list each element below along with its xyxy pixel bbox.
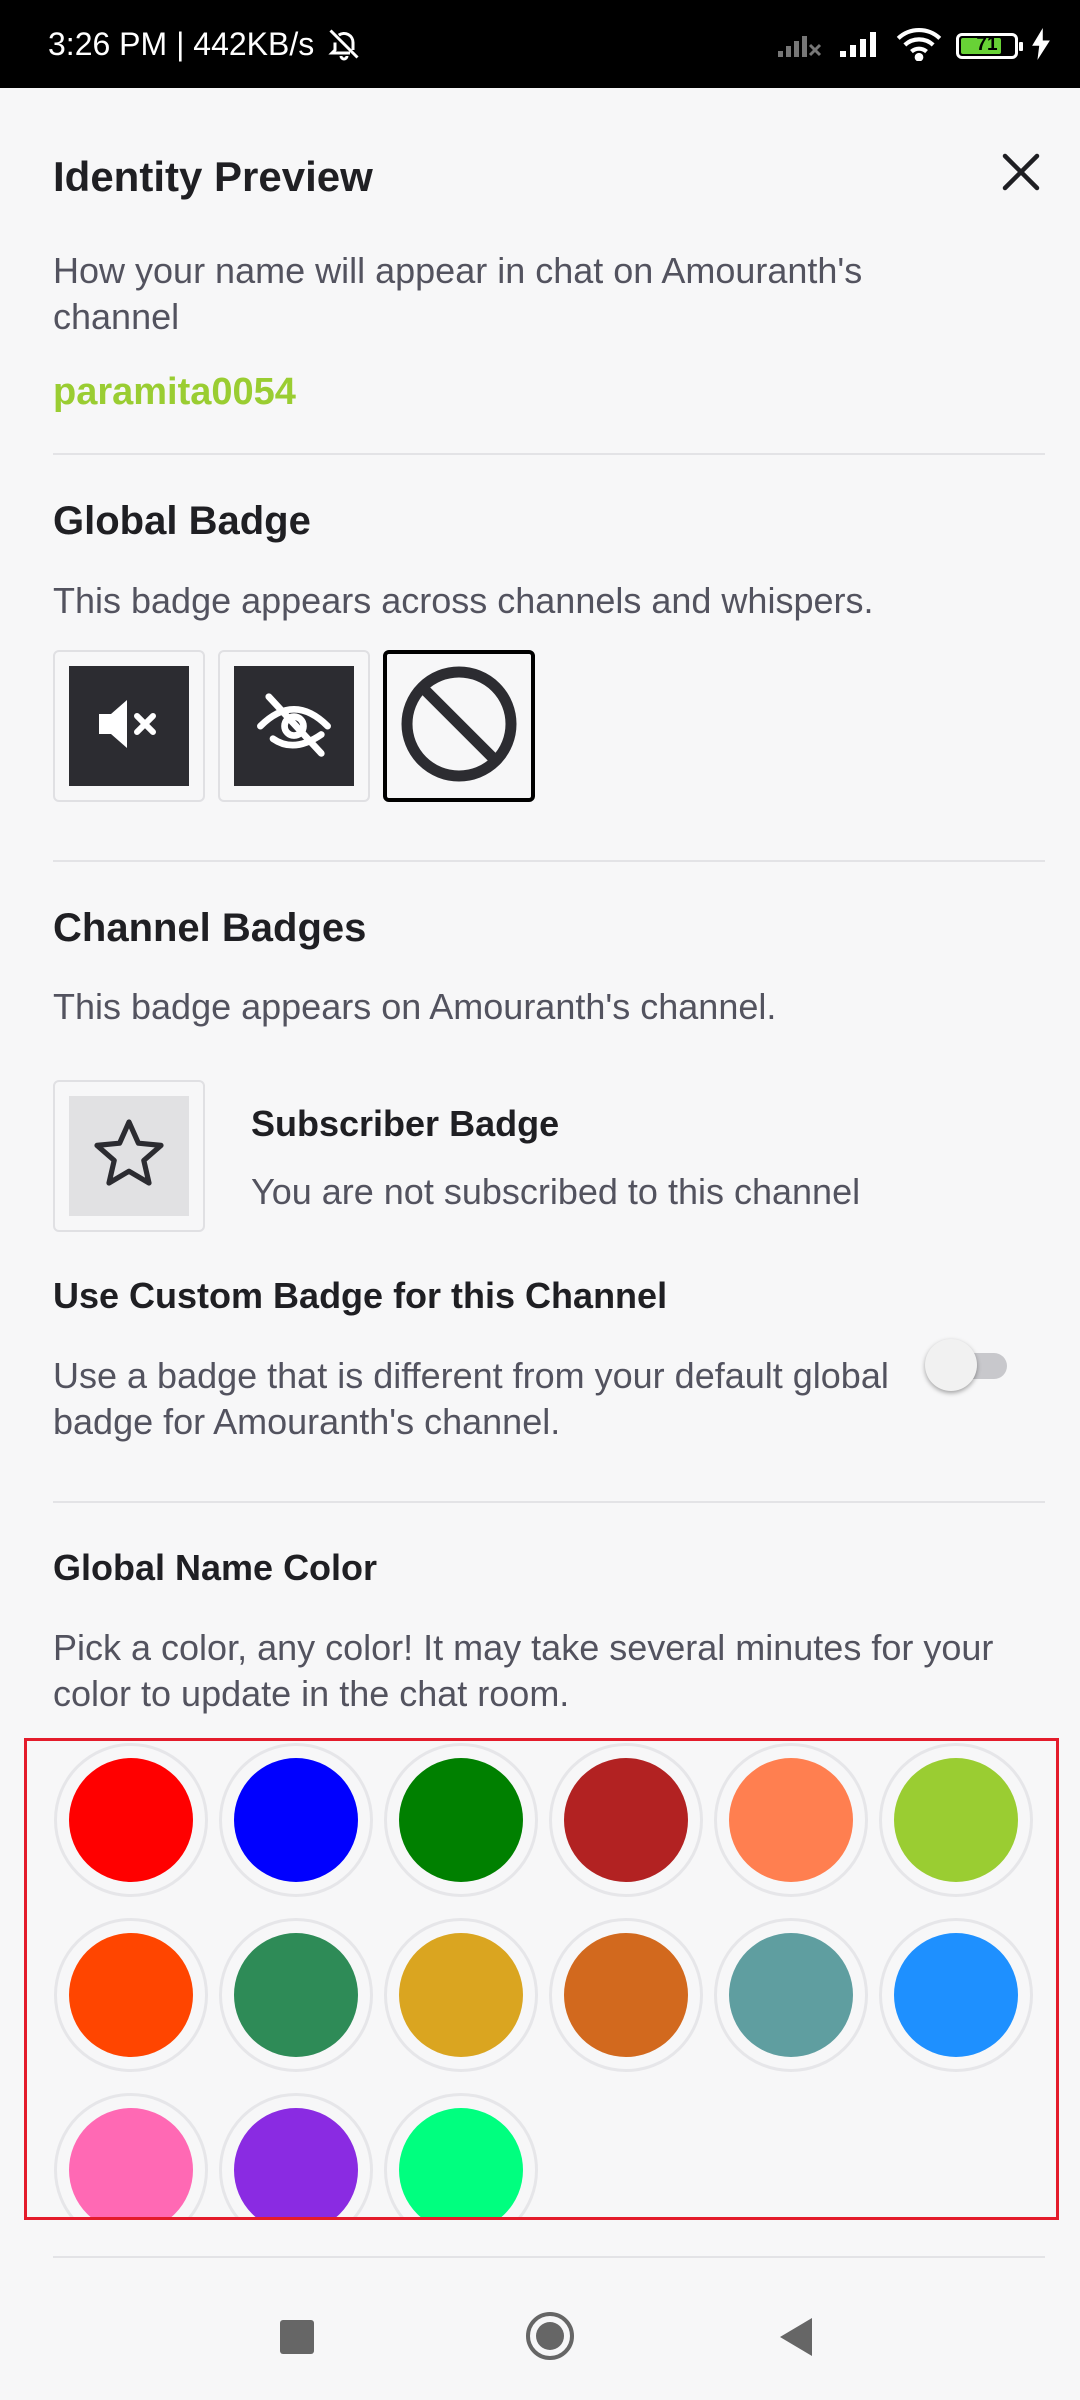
badge-option-muted[interactable] bbox=[53, 650, 205, 802]
divider bbox=[53, 453, 1045, 455]
color-swatch[interactable] bbox=[384, 1918, 538, 2072]
charging-icon bbox=[1032, 27, 1050, 65]
color-swatch-fill bbox=[69, 1758, 193, 1882]
close-button[interactable] bbox=[997, 148, 1045, 196]
color-swatch[interactable] bbox=[54, 2093, 208, 2217]
color-swatch[interactable] bbox=[549, 1918, 703, 2072]
name-color-heading: Global Name Color bbox=[53, 1547, 378, 1588]
back-button[interactable] bbox=[776, 2316, 816, 2358]
color-swatch[interactable] bbox=[549, 1743, 703, 1897]
divider bbox=[53, 1501, 1045, 1503]
status-bar: 3:26 PM | 442KB/s 71 bbox=[0, 0, 1080, 88]
hidden-eye-icon bbox=[252, 682, 336, 771]
color-swatch[interactable] bbox=[219, 2093, 373, 2217]
color-swatch-fill bbox=[399, 1758, 523, 1882]
color-swatch-fill bbox=[234, 1758, 358, 1882]
color-swatch[interactable] bbox=[384, 1743, 538, 1897]
color-swatch-fill bbox=[729, 1758, 853, 1882]
color-swatch[interactable] bbox=[714, 1743, 868, 1897]
color-swatch-fill bbox=[564, 1933, 688, 2057]
badge-option-none[interactable] bbox=[383, 650, 535, 802]
custom-badge-description: Use a badge that is different from your … bbox=[53, 1355, 889, 1442]
color-swatch[interactable] bbox=[879, 1918, 1033, 2072]
global-badge-description: This badge appears across channels and w… bbox=[53, 580, 874, 621]
battery-level: 71 bbox=[976, 34, 998, 55]
color-swatch[interactable] bbox=[879, 1743, 1033, 1897]
color-swatch-fill bbox=[234, 1933, 358, 2057]
color-swatch-fill bbox=[894, 1758, 1018, 1882]
no-badge-icon bbox=[397, 662, 521, 791]
dialog-description: How your name will appear in chat on Amo… bbox=[53, 250, 863, 337]
global-badge-heading: Global Badge bbox=[53, 499, 311, 543]
color-swatch-fill bbox=[729, 1933, 853, 2057]
star-icon bbox=[89, 1114, 169, 1199]
color-swatch-fill bbox=[69, 2108, 193, 2217]
username-preview: paramita0054 bbox=[53, 371, 296, 413]
page-title: Identity Preview bbox=[53, 153, 373, 200]
color-swatch[interactable] bbox=[54, 1918, 208, 2072]
signal-icon bbox=[776, 29, 822, 64]
color-swatch-fill bbox=[894, 1933, 1018, 2057]
close-icon bbox=[997, 153, 1045, 200]
status-time-speed: 3:26 PM | 442KB/s bbox=[48, 26, 315, 62]
color-swatch[interactable] bbox=[219, 1918, 373, 2072]
color-swatch[interactable] bbox=[219, 1743, 373, 1897]
color-swatch[interactable] bbox=[714, 1918, 868, 2072]
divider bbox=[53, 860, 1045, 862]
subscriber-badge-title: Subscriber Badge bbox=[251, 1103, 560, 1144]
badge-option-hidden[interactable] bbox=[218, 650, 370, 802]
bell-muted-icon bbox=[326, 26, 362, 62]
custom-badge-toggle[interactable] bbox=[925, 1336, 1017, 1394]
channel-badges-heading: Channel Badges bbox=[53, 906, 367, 950]
navigation-bar bbox=[0, 2258, 1080, 2400]
color-swatch-fill bbox=[399, 1933, 523, 2057]
wifi-icon bbox=[896, 27, 942, 66]
channel-badges-description: This badge appears on Amouranth's channe… bbox=[53, 986, 777, 1027]
recent-apps-button[interactable] bbox=[280, 2320, 314, 2354]
name-color-description: Pick a color, any color! It may take sev… bbox=[53, 1627, 994, 1714]
color-swatch-fill bbox=[234, 2108, 358, 2217]
custom-badge-heading: Use Custom Badge for this Channel bbox=[53, 1275, 668, 1316]
muted-speaker-icon bbox=[89, 684, 169, 769]
color-swatch[interactable] bbox=[54, 1743, 208, 1897]
color-palette bbox=[24, 1738, 1059, 2220]
color-swatch-fill bbox=[69, 1933, 193, 2057]
color-swatch-fill bbox=[399, 2108, 523, 2217]
battery-icon: 71 bbox=[956, 33, 1023, 59]
home-button[interactable] bbox=[524, 2310, 576, 2362]
color-swatch[interactable] bbox=[384, 2093, 538, 2217]
subscriber-badge-description: You are not subscribed to this channel bbox=[251, 1171, 861, 1212]
subscriber-badge-tile[interactable] bbox=[53, 1080, 205, 1232]
color-swatch-fill bbox=[564, 1758, 688, 1882]
signal-icon-2 bbox=[836, 29, 882, 64]
